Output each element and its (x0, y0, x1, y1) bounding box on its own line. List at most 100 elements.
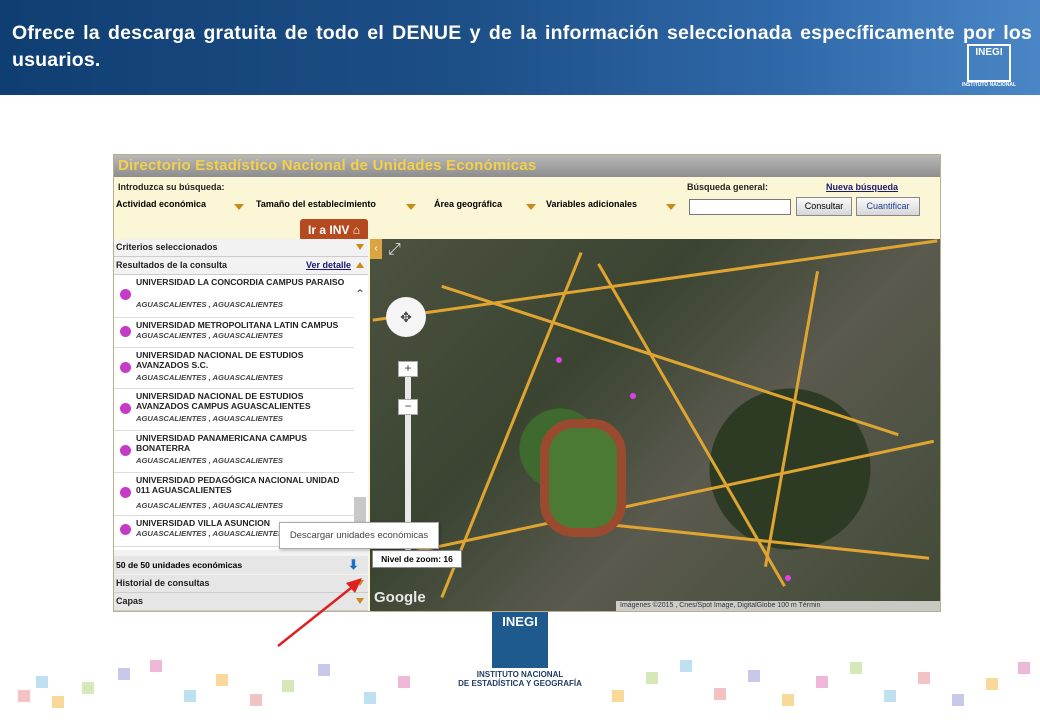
list-item[interactable]: UNIVERSIDAD METROPOLITANA LATIN CAMPUS A… (114, 318, 354, 348)
ir-inv-button[interactable]: Ir a INV ⌂ (300, 219, 368, 241)
chevron-down-icon (234, 204, 244, 210)
capas-label: Capas (116, 596, 144, 606)
header-banner: Ofrece la descarga gratuita de todo el D… (0, 0, 1040, 95)
decor-square (318, 664, 330, 676)
decor-square (216, 674, 228, 686)
result-name: UNIVERSIDAD NACIONAL DE ESTUDIOS AVANZAD… (136, 350, 304, 370)
collapse-panel-icon[interactable]: ‹ (370, 239, 382, 259)
result-dot-icon (120, 289, 131, 300)
result-location: AGUASCALIENTES , AGUASCALIENTES (136, 300, 283, 309)
resultados-section: Resultados de la consulta Ver detalle (114, 257, 368, 275)
decor-square (816, 676, 828, 688)
map-pin[interactable] (785, 575, 791, 581)
decor-square (918, 672, 930, 684)
inegi-logo-footer: INEGI INSTITUTO NACIONAL DE ESTADÍSTICA … (450, 612, 590, 692)
decor-square (18, 690, 30, 702)
app-title: Directorio Estadístico Nacional de Unida… (118, 157, 537, 174)
map-pin[interactable] (630, 393, 636, 399)
decor-square (1018, 662, 1030, 674)
filter-variables[interactable]: Variables adicionales (546, 199, 676, 215)
result-location: AGUASCALIENTES , AGUASCALIENTES (136, 414, 283, 423)
app-header: Directorio Estadístico Nacional de Unida… (114, 155, 940, 177)
result-dot-icon (120, 403, 131, 414)
chevron-up-icon (356, 262, 364, 268)
scroll-up-icon[interactable]: ⌃ (355, 287, 365, 301)
search-label: Introduzca su búsqueda: (118, 182, 225, 192)
decor-square (646, 672, 658, 684)
result-dot-icon (120, 524, 131, 535)
denue-app-window: Directorio Estadístico Nacional de Unida… (113, 154, 941, 612)
inegi-logo-mark: INEGI (492, 612, 548, 668)
download-icon[interactable]: ⬇ (348, 558, 362, 572)
chevron-down-icon (356, 244, 364, 250)
result-dot-icon (120, 487, 131, 498)
banner-headline: Ofrece la descarga gratuita de todo el D… (12, 22, 1032, 71)
filter-area-label: Área geográfica (434, 199, 503, 209)
decor-square (364, 692, 376, 704)
filter-area[interactable]: Área geográfica (434, 199, 536, 215)
pan-control-icon[interactable]: ✥ (386, 297, 426, 337)
criterios-label: Criterios seleccionados (116, 242, 218, 252)
footer-line1: INSTITUTO NACIONAL (476, 670, 564, 679)
decor-square (782, 694, 794, 706)
list-item[interactable]: UNIVERSIDAD PANAMERICANA CAMPUS BONATERR… (114, 431, 354, 473)
list-item[interactable]: UNIVERSIDAD LA CONCORDIA CAMPUS PARAISO … (114, 275, 354, 318)
inegi-logo-mark: INEGI (967, 44, 1011, 82)
filter-variables-label: Variables adicionales (546, 199, 638, 209)
decor-square (36, 676, 48, 688)
results-count-row: 50 de 50 unidades económicas ⬇ (114, 556, 368, 574)
result-name: UNIVERSIDAD NACIONAL DE ESTUDIOS AVANZAD… (136, 391, 311, 411)
decor-square (952, 694, 964, 706)
filter-actividad[interactable]: Actividad económica (116, 199, 244, 215)
list-item[interactable]: UNIVERSIDAD NACIONAL DE ESTUDIOS AVANZAD… (114, 348, 354, 389)
decor-square (398, 676, 410, 688)
capas-section[interactable]: Capas (114, 593, 368, 611)
filter-tamano[interactable]: Tamaño del establecimiento (256, 199, 416, 215)
map-attribution: Imágenes ©2015 , Cnes/Spot Image, Digita… (616, 601, 940, 611)
criterios-section[interactable]: Criterios seleccionados (114, 239, 368, 257)
filter-actividad-label: Actividad económica (116, 199, 207, 209)
decor-square (250, 694, 262, 706)
ir-inv-label: Ir a INV (308, 223, 350, 237)
cuantificar-button[interactable]: Cuantificar (856, 197, 920, 216)
map-road (590, 521, 930, 560)
general-search-input[interactable] (689, 199, 791, 215)
result-location: AGUASCALIENTES , AGUASCALIENTES (136, 501, 283, 510)
inegi-logo-subtitle: INSTITUTO NACIONAL (961, 82, 1017, 88)
map-pin[interactable] (556, 357, 562, 363)
zoom-level-label: Nivel de zoom: 16 (372, 550, 462, 568)
decor-square (118, 668, 130, 680)
chevron-down-icon (666, 204, 676, 210)
list-item[interactable]: UNIVERSIDAD PEDAGÓGICA NACIONAL UNIDAD 0… (114, 473, 354, 516)
result-location: AGUASCALIENTES , AGUASCALIENTES (136, 373, 283, 382)
filter-tamano-label: Tamaño del establecimiento (256, 199, 376, 209)
new-search-link[interactable]: Nueva búsqueda (826, 182, 898, 192)
google-logo: Google (374, 589, 426, 606)
stadium-track (540, 419, 626, 537)
chevron-down-icon (356, 598, 364, 604)
result-location: AGUASCALIENTES , AGUASCALIENTES (136, 456, 283, 465)
zoom-out-button[interactable]: − (398, 399, 418, 415)
historial-section[interactable]: Historial de consultas (114, 575, 368, 593)
decor-square (986, 678, 998, 690)
satellite-map[interactable]: ‹ ⤢ ✥ + − Nivel de zoom: 16 Google Imáge… (370, 239, 940, 611)
home-icon: ⌂ (352, 223, 360, 237)
zoom-in-button[interactable]: + (398, 361, 418, 377)
decor-square (748, 670, 760, 682)
result-dot-icon (120, 445, 131, 456)
decor-square (82, 682, 94, 694)
map-road (372, 239, 938, 322)
results-count: 50 de 50 unidades económicas (116, 560, 243, 570)
footer-line2: DE ESTADÍSTICA Y GEOGRAFÍA (458, 679, 582, 688)
resultados-label: Resultados de la consulta (116, 260, 228, 270)
results-list: UNIVERSIDAD LA CONCORDIA CAMPUS PARAISO … (114, 275, 368, 550)
ver-detalle-link[interactable]: Ver detalle (306, 257, 351, 274)
result-name: UNIVERSIDAD LA CONCORDIA CAMPUS PARAISO (136, 277, 345, 287)
decor-square (680, 660, 692, 672)
consultar-button[interactable]: Consultar (796, 197, 852, 216)
map-road (763, 271, 820, 567)
list-item[interactable]: UNIVERSIDAD NACIONAL DE ESTUDIOS AVANZAD… (114, 389, 354, 431)
fullscreen-icon[interactable]: ⤢ (388, 241, 401, 259)
result-dot-icon (120, 362, 131, 373)
decor-square (282, 680, 294, 692)
